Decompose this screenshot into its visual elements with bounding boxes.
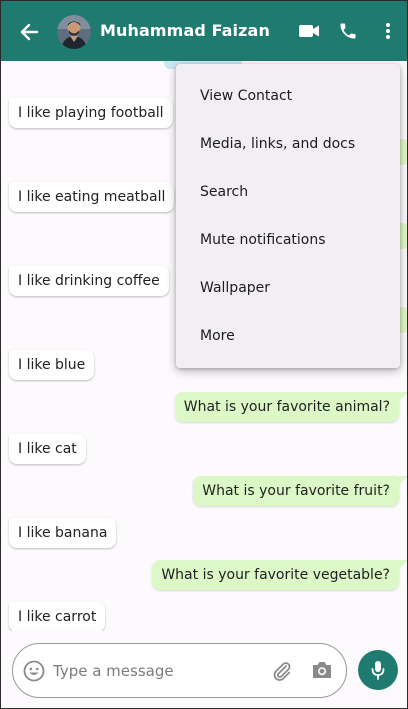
camera-icon[interactable] xyxy=(311,660,335,682)
message-outgoing[interactable]: What is your favorite vegetable? xyxy=(152,560,399,590)
menu-item-media-links-docs[interactable]: Media, links, and docs xyxy=(176,120,400,168)
bubble-tail xyxy=(399,476,407,485)
hidden-outgoing-bubble-edge xyxy=(400,223,407,249)
message-outgoing[interactable]: What is your favorite animal? xyxy=(174,392,399,422)
attachment-icon[interactable] xyxy=(271,660,293,682)
video-call-icon[interactable] xyxy=(297,19,321,43)
message-incoming[interactable]: I like drinking coffee xyxy=(9,266,169,296)
message-incoming[interactable]: I like eating meatball xyxy=(9,182,175,212)
bubble-tail xyxy=(399,560,407,569)
microphone-button[interactable] xyxy=(358,650,398,690)
message-input[interactable] xyxy=(53,660,253,682)
message-outgoing[interactable]: What is your favorite fruit? xyxy=(193,476,399,506)
back-arrow-icon[interactable] xyxy=(17,20,41,44)
microphone-icon xyxy=(371,661,385,680)
contact-avatar[interactable] xyxy=(57,15,91,49)
hidden-outgoing-bubble-edge xyxy=(400,139,407,165)
voice-call-icon[interactable] xyxy=(336,19,360,43)
hidden-outgoing-bubble-edge xyxy=(400,307,407,333)
emoji-icon[interactable] xyxy=(23,660,45,682)
message-incoming[interactable]: I like cat xyxy=(9,434,86,464)
message-incoming[interactable]: I like banana xyxy=(9,518,117,548)
menu-item-wallpaper[interactable]: Wallpaper xyxy=(176,264,400,312)
menu-item-view-contact[interactable]: View Contact xyxy=(176,72,400,120)
message-incoming[interactable]: I like blue xyxy=(9,350,95,380)
chat-screen: Muhammad Faizan I like playing football … xyxy=(0,0,408,709)
bubble-tail xyxy=(399,392,407,401)
message-incoming[interactable]: I like playing football xyxy=(9,98,173,128)
contact-name[interactable]: Muhammad Faizan xyxy=(100,21,270,40)
overflow-menu: View Contact Media, links, and docs Sear… xyxy=(176,64,400,368)
chat-header: Muhammad Faizan xyxy=(1,1,407,61)
message-incoming[interactable]: I like carrot xyxy=(9,602,106,631)
message-composer xyxy=(12,643,347,698)
menu-item-more[interactable]: More xyxy=(176,312,400,360)
menu-item-mute-notifications[interactable]: Mute notifications xyxy=(176,216,400,264)
more-options-icon[interactable] xyxy=(376,19,400,43)
menu-item-search[interactable]: Search xyxy=(176,168,400,216)
